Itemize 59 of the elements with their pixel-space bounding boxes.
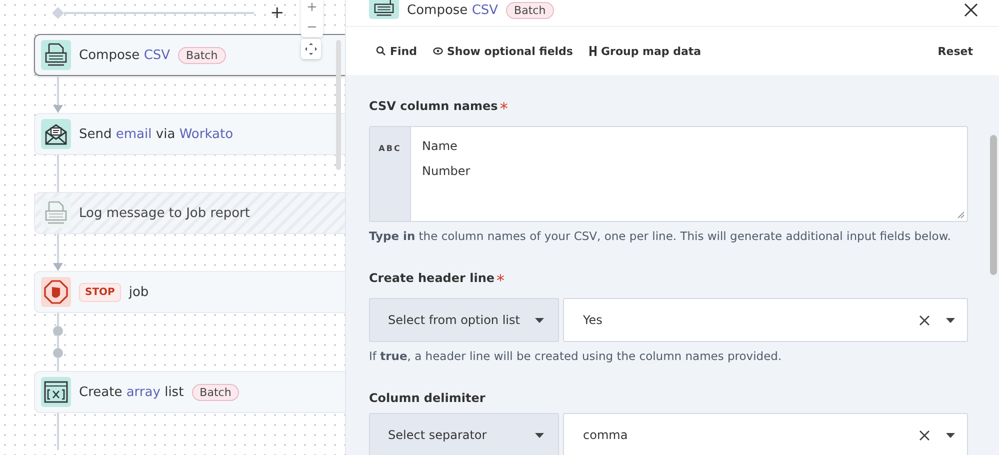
selected-value: comma: [583, 428, 629, 442]
required-mark: *: [500, 99, 508, 118]
zoom-out-button[interactable]: −: [301, 17, 323, 37]
selected-value: Yes: [583, 313, 604, 327]
step-card[interactable]: Compose CSV Batch: [34, 34, 345, 76]
caret-icon[interactable]: [946, 318, 955, 322]
zoom-in-button[interactable]: +: [301, 0, 323, 17]
batch-tag: Batch: [192, 384, 240, 400]
stop-sign-icon: [41, 277, 71, 307]
field-label: Create header line: [369, 271, 495, 287]
required-mark: *: [496, 271, 505, 290]
step-title: Log message to Job report: [79, 206, 250, 220]
column-names-field[interactable]: ABC Name Number: [369, 126, 968, 222]
mode-dropdown[interactable]: Select separator: [369, 413, 559, 455]
recenter-button[interactable]: [301, 39, 321, 59]
csv-file-icon: [369, 0, 399, 19]
step-card[interactable]: Create array list Batch: [34, 371, 345, 413]
search-icon: [376, 46, 386, 56]
log-file-icon: [41, 198, 71, 228]
eye-icon: [433, 47, 443, 55]
field-label: CSV column names: [369, 99, 498, 115]
scrollbar[interactable]: [336, 40, 341, 170]
clear-icon[interactable]: [919, 430, 930, 440]
field-label: Column delimiter: [369, 391, 486, 405]
value-dropdown[interactable]: comma: [563, 413, 968, 455]
step-card[interactable]: STOP job: [34, 271, 345, 313]
mode-dropdown[interactable]: Select from option list: [369, 298, 559, 342]
csv-file-icon: [41, 40, 71, 70]
step-title: Send email via Workato: [79, 126, 234, 142]
clear-icon[interactable]: [919, 314, 930, 326]
caret-icon: [535, 432, 544, 438]
step-card[interactable]: Send email via Workato: [34, 113, 345, 155]
close-button[interactable]: [963, 2, 979, 18]
connector-dot: [53, 348, 63, 358]
batch-tag: Batch: [178, 46, 226, 64]
stop-label: STOP: [79, 282, 121, 302]
step-title: job: [128, 284, 149, 300]
panel-title: Compose CSV: [407, 2, 498, 18]
connector-dot: [53, 326, 63, 336]
show-fields-button[interactable]: Show optional fields: [433, 44, 573, 58]
field-hint: If true, a header line will be created using the column names provided.: [369, 349, 783, 363]
group-button[interactable]: Group map data: [588, 44, 702, 58]
add-step-button[interactable]: +: [270, 4, 284, 22]
scrollbar[interactable]: [990, 135, 997, 275]
step-title: Create array list: [79, 384, 184, 400]
value-dropdown[interactable]: Yes: [563, 298, 968, 342]
envelope-icon: [41, 119, 71, 149]
caret-icon[interactable]: [946, 432, 955, 438]
arrow-icon: [53, 105, 63, 113]
array-icon: [41, 377, 71, 407]
caret-icon: [535, 318, 544, 322]
reset-button[interactable]: Reset: [938, 44, 973, 58]
group-icon: [588, 46, 597, 56]
step-title: Compose CSV: [79, 48, 170, 62]
arrow-icon: [53, 263, 63, 271]
batch-tag: Batch: [506, 2, 554, 18]
field-hint: Type in the column names of your CSV, one per line. This will generate additional input fields below.: [369, 229, 952, 243]
find-button[interactable]: Find: [376, 44, 417, 58]
resize-handle-icon[interactable]: [957, 211, 965, 219]
